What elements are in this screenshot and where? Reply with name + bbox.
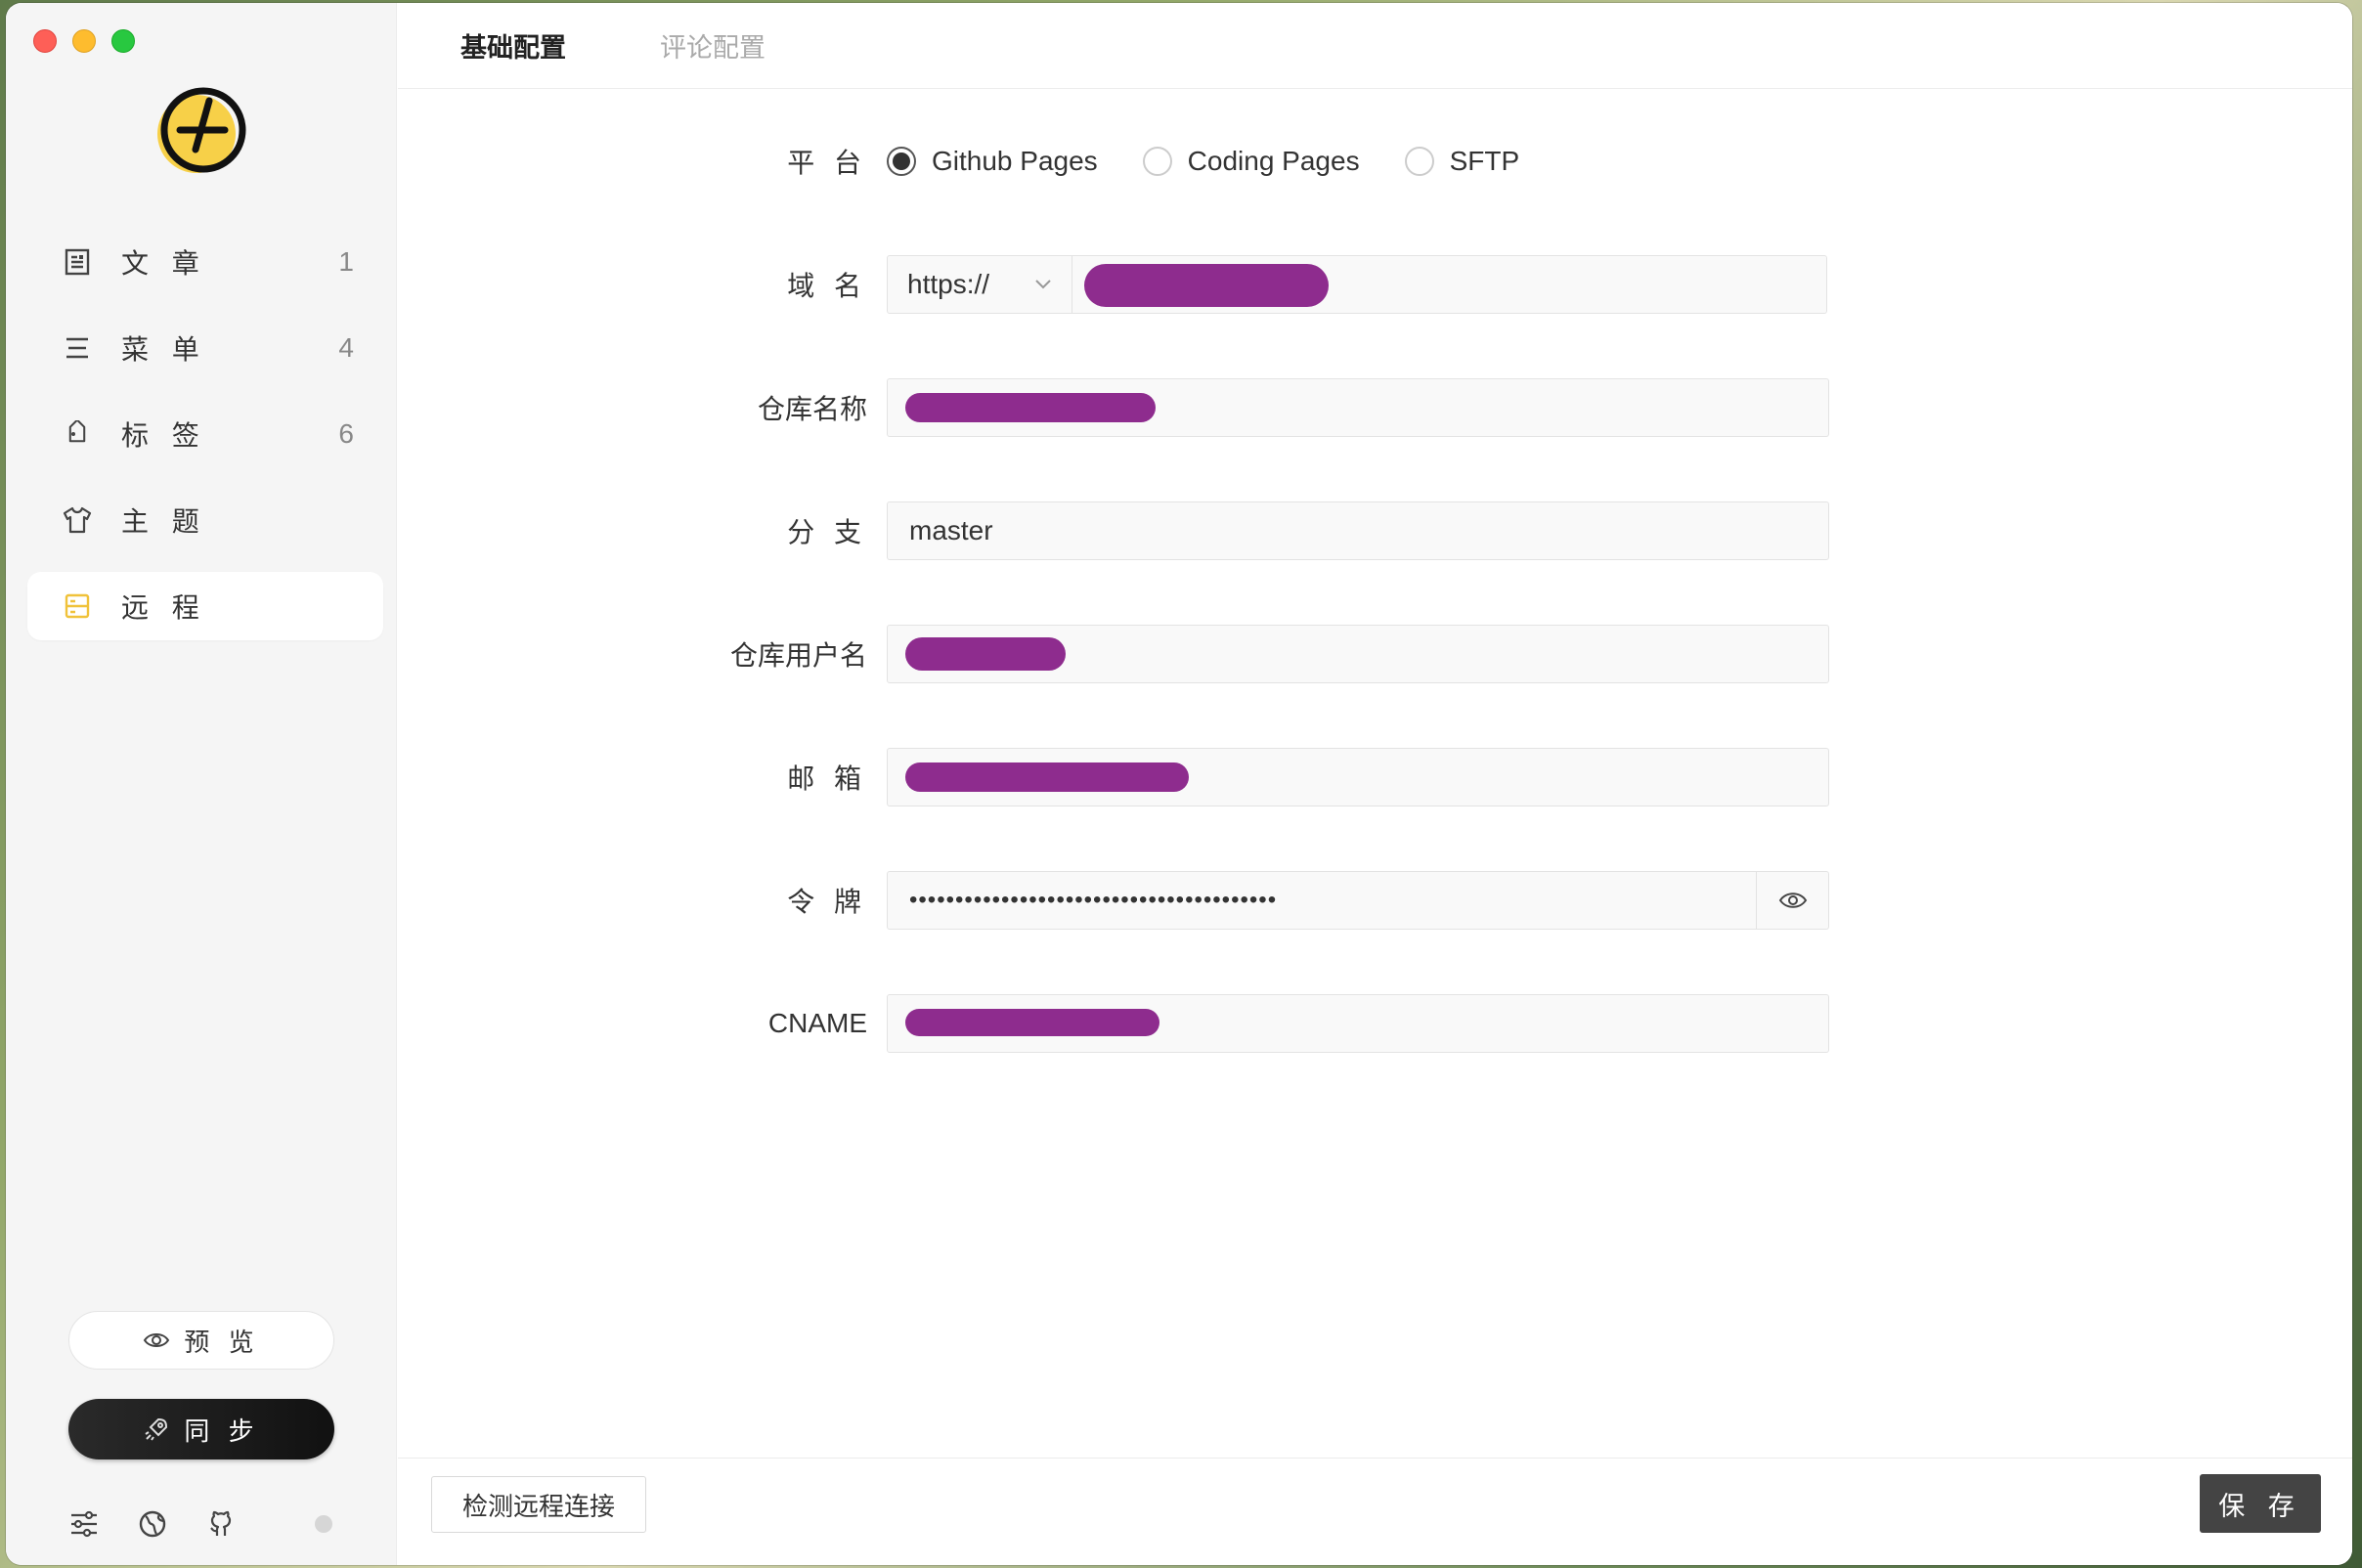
platform-label: 平 台 [787, 148, 867, 178]
radio-label: Github Pages [932, 146, 1098, 176]
radio-coding-pages[interactable]: Coding Pages [1142, 146, 1360, 177]
sidebar-item-count: 1 [338, 246, 354, 277]
repo-name-row: 仓库名称 [398, 378, 1829, 437]
email-row: 邮 箱 [398, 748, 1829, 806]
sidebar-item-count: 4 [338, 332, 354, 363]
redaction-mark [905, 762, 1189, 792]
sync-button[interactable]: 同 步 [68, 1399, 334, 1459]
token-label: 令 牌 [787, 887, 867, 917]
app-window: 文 章 1 菜 单 4 标 签 6 主 题 远 程 预 览 同 步 基础配置 评… [6, 3, 2352, 1565]
repo-user-row: 仓库用户名 [398, 625, 1829, 683]
check-remote-connection-button[interactable]: 检测远程连接 [431, 1476, 646, 1533]
sidebar-item-remote[interactable]: 远 程 [27, 572, 383, 640]
github-icon[interactable] [205, 1508, 237, 1540]
eye-icon [144, 1333, 170, 1347]
redaction-mark [1084, 264, 1329, 307]
sidebar-item-articles[interactable]: 文 章 1 [27, 228, 383, 296]
sidebar-item-menus[interactable]: 菜 单 4 [27, 314, 383, 382]
branch-input[interactable]: master [887, 501, 1829, 560]
sidebar-item-label: 文 章 [121, 248, 207, 279]
repo-user-input[interactable] [887, 625, 1829, 683]
settings-sliders-icon[interactable] [68, 1508, 100, 1540]
radio-github-pages[interactable]: Github Pages [887, 146, 1098, 177]
platform-radio-group: Github Pages Coding Pages SFTP [887, 146, 1564, 177]
tab-basic-config[interactable]: 基础配置 [460, 26, 566, 65]
sidebar-item-label: 远 程 [121, 592, 207, 623]
tag-icon [63, 419, 92, 449]
token-row: 令 牌 ••••••••••••••••••••••••••••••••••••… [398, 871, 1829, 930]
platform-row: 平 台 Github Pages Coding Pages SFTP [398, 132, 1564, 191]
preview-label: 预 览 [184, 1327, 260, 1357]
cname-row: CNAME [398, 994, 1829, 1053]
email-input[interactable] [887, 748, 1829, 806]
token-value: •••••••••••••••••••••••••••••••••••••••• [909, 887, 1278, 913]
repo-name-label: 仓库名称 [757, 394, 867, 424]
toggle-token-visibility-button[interactable] [1757, 871, 1829, 930]
maximize-window-button[interactable] [111, 29, 135, 53]
menu-icon [63, 333, 92, 363]
token-input[interactable]: •••••••••••••••••••••••••••••••••••••••• [887, 871, 1757, 930]
sidebar-item-label: 主 题 [121, 506, 207, 537]
redaction-mark [905, 393, 1156, 422]
cname-input[interactable] [887, 994, 1829, 1053]
globe-icon[interactable] [137, 1508, 168, 1540]
eye-icon [1778, 893, 1807, 908]
protocol-value: https:// [907, 269, 990, 299]
repo-name-input[interactable] [887, 378, 1829, 437]
domain-row: 域 名 https:// [398, 255, 1827, 314]
preview-button[interactable]: 预 览 [68, 1311, 334, 1370]
minimize-window-button[interactable] [72, 29, 96, 53]
remote-server-icon [63, 591, 92, 621]
branch-value: master [909, 515, 993, 545]
sidebar-item-label: 标 签 [121, 420, 207, 451]
sidebar-bottom-toolbar [68, 1508, 332, 1540]
repo-user-label: 仓库用户名 [729, 640, 867, 671]
redaction-mark [905, 637, 1066, 671]
sidebar-item-theme[interactable]: 主 题 [27, 486, 383, 554]
sync-label: 同 步 [184, 1416, 260, 1446]
email-label: 邮 箱 [787, 763, 867, 794]
radio-circle[interactable] [1404, 147, 1434, 176]
sidebar-nav: 文 章 1 菜 单 4 标 签 6 主 题 远 程 [27, 228, 383, 658]
radio-label: Coding Pages [1187, 146, 1360, 176]
cname-label: CNAME [767, 1008, 867, 1038]
connection-status-dot [315, 1515, 332, 1533]
rocket-icon [145, 1417, 168, 1441]
save-button[interactable]: 保 存 [2200, 1474, 2321, 1533]
branch-label: 分 支 [787, 517, 867, 547]
redaction-mark [905, 1009, 1159, 1036]
sidebar-item-count: 6 [338, 418, 354, 449]
domain-input[interactable] [1072, 255, 1827, 314]
chevron-down-icon [1035, 280, 1051, 289]
radio-sftp[interactable]: SFTP [1404, 146, 1520, 177]
sidebar-item-tags[interactable]: 标 签 6 [27, 400, 383, 468]
radio-label: SFTP [1449, 146, 1520, 176]
domain-label: 域 名 [787, 271, 867, 301]
radio-circle[interactable] [1142, 147, 1172, 176]
branch-row: 分 支 master [398, 501, 1829, 560]
main-panel: 基础配置 评论配置 平 台 Github Pages Coding Pages [398, 3, 2352, 1565]
app-logo-icon [157, 87, 246, 173]
radio-circle[interactable] [887, 147, 916, 176]
sidebar: 文 章 1 菜 单 4 标 签 6 主 题 远 程 预 览 同 步 [6, 3, 397, 1565]
footer-bar: 检测远程连接 保 存 [398, 1458, 2352, 1565]
window-controls [33, 29, 135, 53]
protocol-select[interactable]: https:// [887, 255, 1072, 314]
close-window-button[interactable] [33, 29, 57, 53]
tab-bar: 基础配置 评论配置 [398, 3, 2352, 89]
article-icon [63, 247, 92, 277]
theme-shirt-icon [63, 505, 92, 535]
tab-comment-config[interactable]: 评论配置 [660, 26, 765, 65]
sidebar-item-label: 菜 单 [121, 334, 207, 365]
